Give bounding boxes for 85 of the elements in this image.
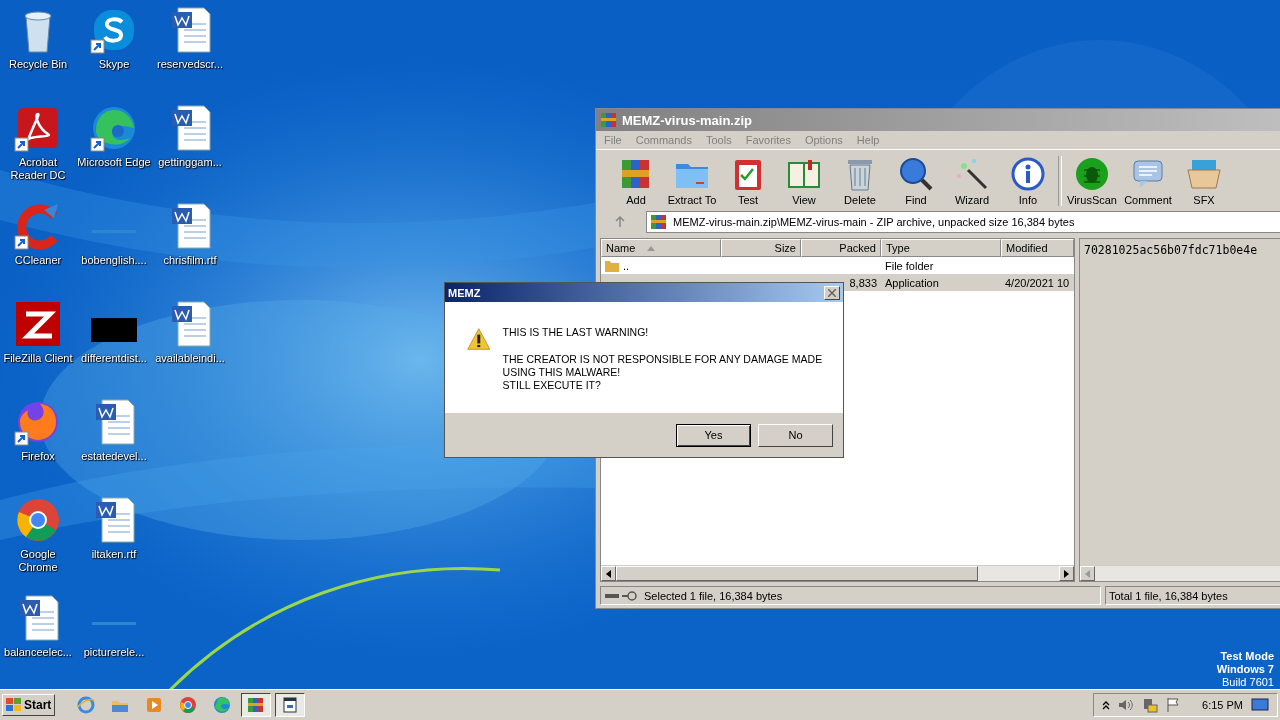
toolbar-button[interactable]: Test (720, 156, 776, 206)
icon-label[interactable]: Skype (98, 58, 130, 71)
close-button[interactable] (824, 285, 840, 300)
up-arrow-icon (614, 216, 626, 228)
toolbar-button[interactable]: SFX (1176, 156, 1232, 206)
icon-label[interactable]: CCleaner (14, 254, 62, 267)
message-text: THIS IS THE LAST WARNING! (502, 326, 650, 339)
icon-label[interactable]: reservedscr... (157, 58, 223, 71)
window-icon (281, 696, 300, 714)
toolbar-button[interactable]: View (776, 156, 832, 206)
drive-icon (604, 590, 638, 601)
file-type: File folder (885, 259, 934, 272)
status-text: Total 1 file, 16,384 bytes (1109, 589, 1228, 602)
icon-label[interactable]: bobenglish.... (81, 254, 147, 267)
right-arrow-icon (1064, 569, 1069, 578)
dialog-button[interactable]: No (758, 423, 833, 447)
column-header[interactable]: Modified (1001, 239, 1074, 257)
flag-icon[interactable] (1166, 697, 1181, 713)
folder-icon (605, 259, 619, 272)
taskbar-app[interactable] (275, 693, 306, 717)
window-title: MEMZ-virus-main.zip (622, 112, 752, 128)
icon-label[interactable]: Firefox (21, 450, 55, 463)
start-button[interactable]: Start (2, 694, 56, 716)
file-name: .. (623, 259, 630, 272)
toolbar-button[interactable]: Add (608, 156, 664, 206)
sort-arrow-icon (647, 245, 656, 251)
scrollbar[interactable] (601, 565, 1074, 581)
info-icon (1010, 156, 1046, 192)
icon-label[interactable]: Microsoft Edge (77, 156, 151, 169)
icon-label[interactable]: estatedevel... (81, 450, 147, 463)
icon-label[interactable]: gettinggam... (158, 156, 222, 169)
icon-label[interactable]: FileZilla Client (3, 352, 73, 365)
search-icon (898, 156, 934, 192)
column-header[interactable]: Name (601, 239, 721, 257)
icon-label[interactable]: Acrobat Reader DC (1, 156, 75, 182)
speaker-icon[interactable] (1118, 698, 1135, 712)
scrollbar[interactable] (1080, 565, 1280, 581)
icon-label[interactable]: iltaken.rtf (91, 548, 137, 561)
toolbar-button[interactable]: Comment (1120, 156, 1176, 206)
dialog-button[interactable]: Yes (676, 423, 751, 447)
file-type: Application (885, 276, 939, 289)
toolbar-button[interactable]: Find (888, 156, 944, 206)
windows-logo-icon (6, 698, 22, 712)
packed-size: 8,833 (849, 276, 877, 289)
wand-icon (954, 156, 990, 192)
icon-label[interactable]: differentdist... (81, 352, 147, 365)
toolbar-button[interactable]: Delete (832, 156, 888, 206)
network-icon[interactable] (1142, 697, 1159, 713)
message-text: THE CREATOR IS NOT RESPONSIBLE FOR ANY DAMAGE MADE USING THIS MALWARE! STILL EXECUTE IT? (502, 353, 824, 392)
path-field[interactable]: MEMZ-virus-main.zip\MEMZ-virus-main - ZIP archive, unpacked size 16,384 bytes (646, 211, 1280, 233)
chevron-up-icon[interactable] (1102, 700, 1111, 710)
toolbar-button[interactable]: Wizard (944, 156, 1000, 206)
system-notice: Test Mode (1220, 650, 1274, 663)
close-icon (828, 288, 836, 297)
toolbar-button[interactable]: Extract To (664, 156, 720, 206)
icon-label[interactable]: chrisfilm.rtf (163, 254, 217, 267)
media-player-icon (145, 696, 164, 714)
books-icon (650, 213, 668, 231)
books-icon (600, 111, 618, 129)
status-text: Selected 1 file, 16,384 bytes (644, 589, 783, 602)
bug-icon (1074, 156, 1110, 192)
system-notice: Windows 7 (1216, 663, 1274, 676)
modified-date: 4/20/2021 10 (1005, 276, 1070, 289)
system-notice: Build 7601 (1222, 676, 1274, 689)
toolbar-button[interactable]: VirusScan (1064, 156, 1120, 206)
icon-label[interactable]: Google Chrome (1, 548, 75, 574)
icon-label[interactable]: Recycle Bin (8, 58, 68, 71)
ie-icon (77, 696, 96, 714)
chrome-icon (179, 696, 198, 714)
column-header[interactable]: Packed (801, 239, 881, 257)
icon-label[interactable]: picturerele... (83, 646, 145, 659)
show-desktop-icon[interactable] (1251, 698, 1269, 712)
left-arrow-icon (606, 569, 611, 578)
icon-label[interactable]: availableindi... (155, 352, 225, 365)
taskbar-app[interactable] (241, 693, 272, 717)
column-header[interactable]: Size (721, 239, 801, 257)
column-header[interactable]: Type (881, 239, 1001, 257)
icon-label[interactable]: balanceelec... (4, 646, 72, 659)
left-arrow-icon (1085, 569, 1090, 578)
clock[interactable]: 6:15 PM (1202, 699, 1243, 711)
comment-text: 70281025ac56b07fdc71b0e4e (1083, 242, 1259, 259)
dialog-title: MEMZ (448, 286, 481, 299)
toolbar-button[interactable]: Info (1000, 156, 1056, 206)
edge-icon (213, 696, 232, 714)
books-icon (247, 696, 266, 714)
